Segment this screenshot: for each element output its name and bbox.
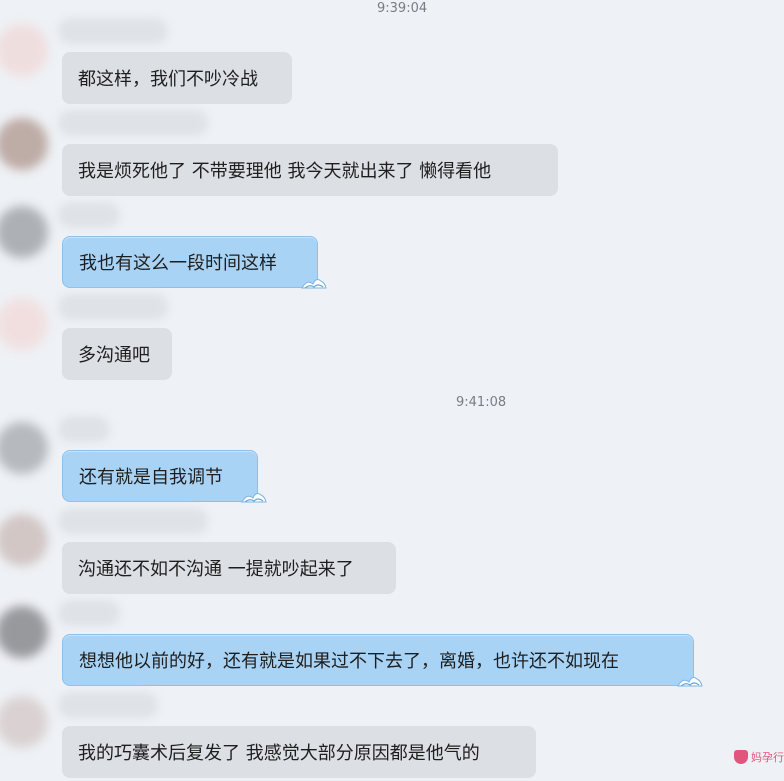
avatar[interactable]: [0, 206, 48, 258]
sender-name-blurred: [58, 508, 208, 534]
avatar[interactable]: [0, 298, 48, 350]
watermark: 妈孕行: [734, 749, 784, 765]
timestamp-2: 9:41:08: [456, 395, 507, 410]
message-bubble[interactable]: 还有就是自我调节: [62, 450, 267, 503]
avatar[interactable]: [0, 422, 48, 474]
message-bubble[interactable]: 我也有这么一段时间这样: [62, 236, 327, 289]
avatar[interactable]: [0, 696, 48, 748]
bubble-wave-icon: [241, 493, 267, 503]
sender-name-blurred: [58, 202, 120, 228]
avatar[interactable]: [0, 118, 48, 170]
bubble-wave-icon: [301, 279, 327, 289]
message-text: 多沟通吧: [78, 345, 150, 366]
sender-name-blurred: [58, 294, 168, 320]
message-text: 我也有这么一段时间这样: [79, 253, 277, 274]
sender-name-blurred: [58, 18, 168, 44]
message-bubble[interactable]: 多沟通吧: [62, 328, 172, 380]
message-text: 还有就是自我调节: [79, 467, 223, 488]
message-bubble[interactable]: 我的巧囊术后复发了 我感觉大部分原因都是他气的: [62, 726, 536, 778]
message-bubble[interactable]: 都这样，我们不吵冷战: [62, 52, 292, 104]
message-text: 我的巧囊术后复发了 我感觉大部分原因都是他气的: [78, 743, 480, 764]
bubble-wave-icon: [677, 677, 703, 687]
message-text: 我是烦死他了 不带要理他 我今天就出来了 懒得看他: [78, 161, 492, 182]
sender-name-blurred: [58, 416, 110, 442]
sender-name-blurred: [58, 110, 208, 136]
avatar[interactable]: [0, 24, 48, 76]
message-bubble[interactable]: 沟通还不如不沟通 一提就吵起来了: [62, 542, 396, 594]
watermark-logo-icon: [734, 750, 748, 764]
message-text: 想想他以前的好，还有就是如果过不下去了，离婚，也许还不如现在: [79, 651, 619, 672]
message-text: 沟通还不如不沟通 一提就吵起来了: [78, 559, 354, 580]
message-bubble[interactable]: 想想他以前的好，还有就是如果过不下去了，离婚，也许还不如现在: [62, 634, 703, 687]
avatar[interactable]: [0, 606, 48, 658]
avatar[interactable]: [0, 514, 48, 566]
sender-name-blurred: [58, 600, 120, 626]
message-bubble[interactable]: 我是烦死他了 不带要理他 我今天就出来了 懒得看他: [62, 144, 558, 196]
message-text: 都这样，我们不吵冷战: [78, 69, 258, 90]
timestamp-1: 9:39:04: [377, 1, 428, 16]
watermark-text: 妈孕行: [751, 751, 784, 764]
sender-name-blurred: [58, 692, 158, 718]
